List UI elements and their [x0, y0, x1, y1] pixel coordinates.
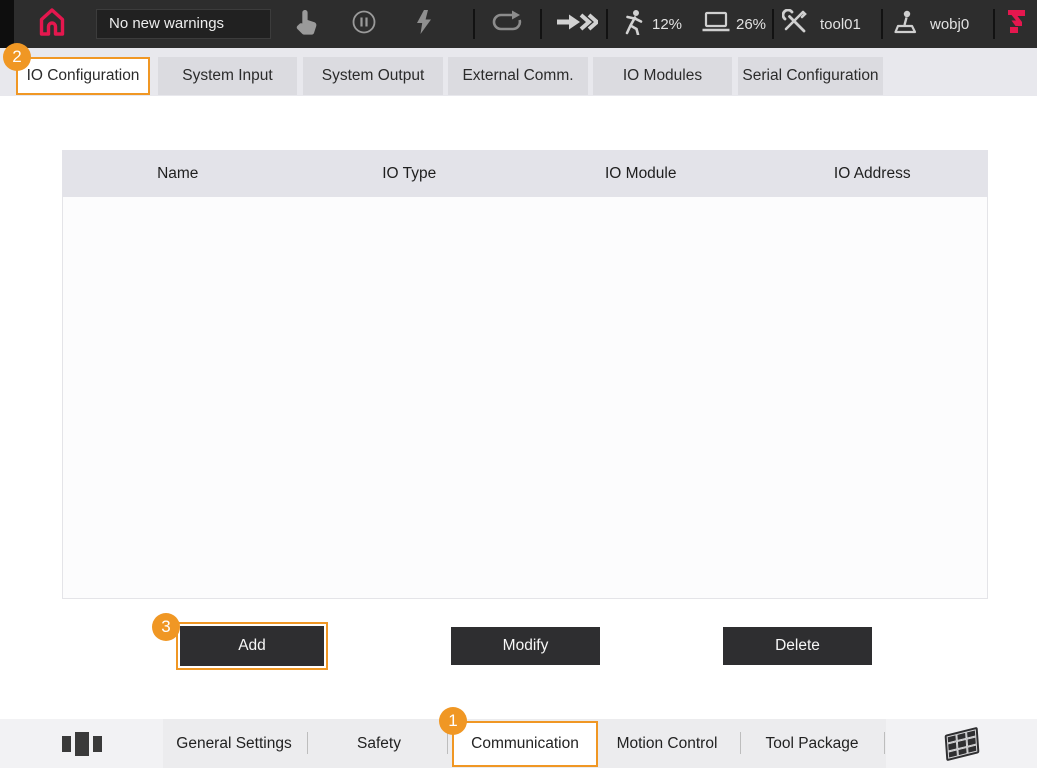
home-icon: [34, 4, 70, 45]
topbar-divider: [606, 9, 608, 39]
topbar-divider: [772, 9, 774, 39]
topbar-edge-strip: [0, 0, 14, 48]
table-body-empty: [62, 197, 988, 599]
active-wobj-name[interactable]: wobj0: [930, 0, 969, 48]
column-header-name: Name: [62, 150, 294, 197]
top-status-bar: No new warnings: [0, 0, 1037, 48]
panels-icon: [62, 732, 102, 756]
teach-pendant-screen: No new warnings: [0, 0, 1037, 768]
io-subtab-row: IO Configuration System Input System Out…: [0, 48, 1037, 96]
power-bolt-button[interactable]: [412, 0, 436, 48]
annotation-badge-1: 1: [439, 707, 467, 735]
freedrive-hand-button[interactable]: [291, 0, 321, 48]
monitor-percentage: 26%: [736, 0, 766, 48]
tab-communication[interactable]: Communication: [452, 721, 598, 767]
pause-icon: [351, 9, 377, 40]
robot-arm-logo-icon: [1003, 7, 1029, 42]
home-button[interactable]: [30, 4, 74, 44]
lightning-bolt-icon: [415, 9, 433, 40]
system-monitor-button[interactable]: [700, 0, 732, 48]
subtab-io-configuration[interactable]: IO Configuration: [16, 57, 150, 95]
hand-pointer-icon: [294, 9, 318, 40]
modify-button[interactable]: Modify: [451, 627, 600, 665]
pause-button[interactable]: [350, 0, 378, 48]
loop-mode-button[interactable]: [489, 0, 525, 48]
column-header-io-type: IO Type: [294, 150, 526, 197]
bottom-nav-bar: General Settings Safety Communication Mo…: [0, 719, 1037, 768]
topbar-divider: [993, 9, 995, 39]
joystick-icon: [892, 9, 918, 40]
subtab-external-comm[interactable]: External Comm.: [448, 57, 588, 95]
tab-safety[interactable]: Safety: [320, 719, 438, 768]
warning-message-box[interactable]: No new warnings: [96, 9, 271, 39]
annotation-badge-2: 2: [3, 43, 31, 71]
speed-control-button[interactable]: [620, 0, 646, 48]
topbar-divider: [473, 9, 475, 39]
bottombar-divider: [447, 732, 448, 754]
side-panel-toggle-button[interactable]: [0, 719, 163, 768]
annotation-badge-3: 3: [152, 613, 180, 641]
speed-percentage: 12%: [652, 0, 682, 48]
bottombar-divider: [307, 732, 308, 754]
add-button-highlight: Add: [176, 622, 328, 670]
crossed-tools-icon: [782, 9, 808, 40]
tab-general-settings[interactable]: General Settings: [168, 719, 300, 768]
topbar-divider: [881, 9, 883, 39]
topbar-divider: [540, 9, 542, 39]
subtab-serial-configuration[interactable]: Serial Configuration: [738, 57, 883, 95]
bottombar-divider: [884, 732, 885, 754]
tab-motion-control[interactable]: Motion Control: [602, 719, 732, 768]
tool-settings-button[interactable]: [780, 0, 810, 48]
virtual-keyboard-button[interactable]: [886, 719, 1037, 768]
table-header-row: Name IO Type IO Module IO Address: [62, 150, 988, 197]
robot-brand-logo: [1001, 0, 1031, 48]
column-header-io-module: IO Module: [525, 150, 757, 197]
tab-tool-package[interactable]: Tool Package: [748, 719, 876, 768]
io-configuration-table: Name IO Type IO Module IO Address: [62, 150, 988, 599]
double-arrow-icon: [556, 12, 598, 37]
add-button[interactable]: Add: [180, 626, 324, 666]
subtab-io-modules[interactable]: IO Modules: [593, 57, 732, 95]
active-tool-name[interactable]: tool01: [820, 0, 861, 48]
keypad-grid-icon: [944, 726, 979, 761]
subtab-system-output[interactable]: System Output: [303, 57, 443, 95]
laptop-icon: [701, 11, 731, 38]
running-man-icon: [622, 9, 644, 40]
column-header-io-address: IO Address: [757, 150, 989, 197]
bottombar-divider: [740, 732, 741, 754]
step-forward-button[interactable]: [555, 0, 599, 48]
delete-button[interactable]: Delete: [723, 627, 872, 665]
workobject-button[interactable]: [890, 0, 920, 48]
loop-repeat-icon: [490, 10, 524, 39]
subtab-system-input[interactable]: System Input: [158, 57, 297, 95]
